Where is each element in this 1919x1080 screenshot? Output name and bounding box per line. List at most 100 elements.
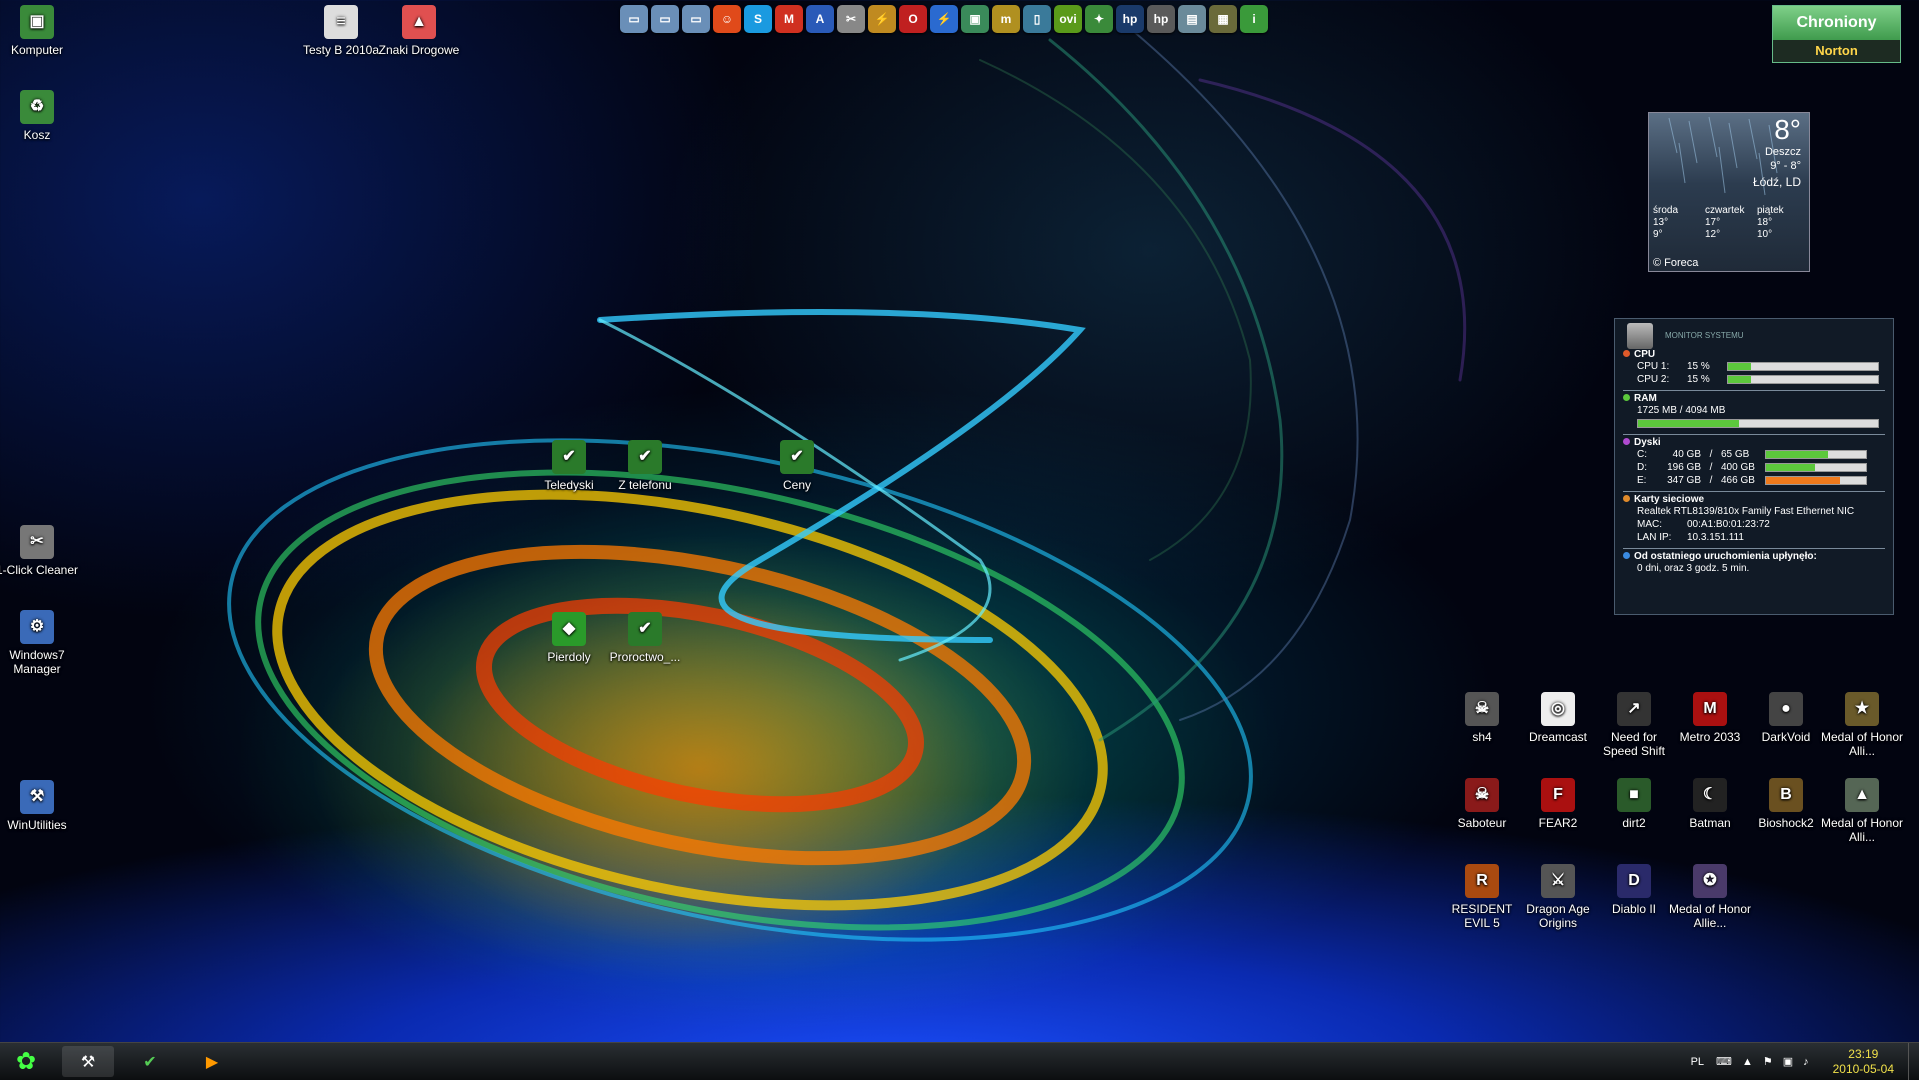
ram-label: RAM (1634, 393, 1657, 404)
desktop-icon[interactable]: M Metro 2033 (1668, 692, 1752, 744)
disk-sep: / (1709, 449, 1713, 460)
disk-bar (1765, 463, 1867, 472)
sysmon-ram: RAM 1725 MB / 4094 MB (1623, 391, 1885, 435)
desktop-icon-image: ♻ (20, 90, 54, 124)
desktop-icon-label: Medal of Honor Alli... (1820, 816, 1904, 844)
desktop-icon[interactable]: ★ Medal of Honor Alli... (1820, 692, 1904, 758)
forecast-high: 18° (1757, 217, 1773, 228)
desktop-icon[interactable]: ✔ Ceny (755, 440, 839, 492)
flash-icon[interactable]: ⚡ (930, 5, 958, 33)
desktop-icon[interactable]: ♻ Kosz (0, 90, 79, 142)
ram-row (1623, 417, 1885, 430)
desktop-icon[interactable]: ✂ 1-Click Cleaner (0, 525, 79, 577)
desktop-icon[interactable]: D Diablo II (1592, 864, 1676, 916)
taskbar-media-player[interactable]: ▶ (186, 1046, 238, 1077)
hp2-icon[interactable]: hp (1147, 5, 1175, 33)
action-center-flag-icon[interactable]: ⚑ (1763, 1055, 1773, 1068)
hp-icon[interactable]: hp (1116, 5, 1144, 33)
desktop-icon-label: Testy B 2010a (302, 43, 380, 57)
weather-gadget[interactable]: 8° Deszcz 9° - 8° Łódź, LD środa 13° 9° … (1648, 112, 1810, 272)
desktop-icon[interactable]: B Bioshock2 (1744, 778, 1828, 830)
desktop-icon[interactable]: ≡ Testy B 2010a (299, 5, 383, 57)
section-title: RAM (1623, 393, 1885, 404)
desktop-icon[interactable]: ☠ Saboteur (1440, 778, 1524, 830)
disk-row: C: 40 GB / 65 GB (1623, 448, 1885, 461)
desktop-icon[interactable]: ↗ Need for Speed Shift (1592, 692, 1676, 758)
desktop-icon-image: ■ (1617, 778, 1651, 812)
desktop-icon[interactable]: ▣ Komputer (0, 5, 79, 57)
desktop-icon[interactable]: ☠ sh4 (1440, 692, 1524, 744)
desktop-icon-label: Batman (1689, 816, 1731, 830)
opera-icon[interactable]: O (899, 5, 927, 33)
clock-time: 23:19 (1848, 1046, 1879, 1061)
taskbar-search-app[interactable]: ⚒ (62, 1046, 114, 1077)
desktop-icon[interactable]: ● DarkVoid (1744, 692, 1828, 744)
desktop-icon[interactable]: ■ dirt2 (1592, 778, 1676, 830)
desktop-icon[interactable]: ◆ Pierdoly (527, 612, 611, 664)
a-app-icon[interactable]: A (806, 5, 834, 33)
green-icon[interactable]: ✦ (1085, 5, 1113, 33)
show-hidden-icon[interactable]: ▲ (1742, 1056, 1753, 1068)
camera-icon[interactable]: ▤ (1178, 5, 1206, 33)
bolt-icon[interactable]: ⚡ (868, 5, 896, 33)
desktop-icon[interactable]: R RESIDENT EVIL 5 (1440, 864, 1524, 930)
network-icon[interactable]: ▣ (961, 5, 989, 33)
ovi-icon[interactable]: ovi (1054, 5, 1082, 33)
desktop-icon-image: ☠ (1465, 692, 1499, 726)
desktop-icon[interactable]: ⚙ Windows7 Manager (0, 610, 79, 676)
disk-used: 40 GB (1672, 449, 1701, 460)
desktop-icon[interactable]: ▲ Znaki Drogowe (377, 5, 461, 57)
cpu-bar-fill (1728, 376, 1751, 383)
desktop-icon[interactable]: ▲ Medal of Honor Alli... (1820, 778, 1904, 844)
volume-icon[interactable]: ♪ (1803, 1056, 1809, 1068)
desktop-icon[interactable]: ✪ Medal of Honor Allie... (1668, 864, 1752, 930)
gmail-icon[interactable]: M (775, 5, 803, 33)
disk-bar (1765, 476, 1867, 485)
mac-value: 00:A1:B0:01:23:72 (1687, 519, 1770, 530)
desktop-icon-image: ☾ (1693, 778, 1727, 812)
desktop-icon[interactable]: ⚒ WinUtilities (0, 780, 79, 832)
network-tray-icon[interactable]: ▣ (1783, 1055, 1793, 1068)
desktop-icon[interactable]: ⚔ Dragon Age Origins (1516, 864, 1600, 930)
desktop-icon-label: Teledyski (544, 478, 594, 492)
desktop-icon[interactable]: F FEAR2 (1516, 778, 1600, 830)
taskbar-checkmark-app[interactable]: ✔ (124, 1046, 176, 1077)
network-adapter: Realtek RTL8139/810x Family Fast Etherne… (1637, 506, 1855, 517)
system-monitor-gadget[interactable]: MONITOR SYSTEMU CPU CPU 1: 15 % CPU 2: 15 … (1614, 318, 1894, 615)
cpu-bar-fill (1728, 363, 1751, 370)
box-icon[interactable]: ▦ (1209, 5, 1237, 33)
norton-widget[interactable]: Chroniony Norton (1772, 5, 1901, 63)
language-indicator[interactable]: PL (1691, 1056, 1704, 1068)
tool-icon[interactable]: ✂ (837, 5, 865, 33)
folder-icon[interactable]: ▭ (682, 5, 710, 33)
forecast-day-name: czwartek (1705, 205, 1745, 216)
cpu-name: CPU 2: (1637, 374, 1670, 385)
desktop-icon-label: DarkVoid (1761, 730, 1811, 744)
forecast-day: piątek 18° 10° (1757, 205, 1805, 241)
show-desktop-button[interactable] (1908, 1043, 1919, 1080)
desktop-icon-image: M (1693, 692, 1727, 726)
desktop-icon[interactable]: ✔ Proroctwo_... (603, 612, 687, 664)
keyboard-icon[interactable]: ⌨ (1716, 1055, 1732, 1068)
desktop-icon[interactable]: ✔ Z telefonu (603, 440, 687, 492)
clock[interactable]: 23:19 2010-05-04 (1833, 1047, 1894, 1077)
disk-sep: / (1709, 475, 1713, 486)
desktop-icon-image: ▲ (1845, 778, 1879, 812)
sun-icon[interactable]: ☺ (713, 5, 741, 33)
skype-icon[interactable]: S (744, 5, 772, 33)
start-button[interactable]: ✿ (4, 1045, 48, 1078)
folder-icon[interactable]: ▭ (620, 5, 648, 33)
desktop-icon[interactable]: ✔ Teledyski (527, 440, 611, 492)
folder-icon[interactable]: ▭ (651, 5, 679, 33)
desktop-icon-image: ✔ (628, 440, 662, 474)
info-icon[interactable]: i (1240, 5, 1268, 33)
section-title: Od ostatniego uruchomienia upłynęło: (1623, 551, 1885, 562)
mobile-icon[interactable]: ▯ (1023, 5, 1051, 33)
desktop-icon-image: ✂ (20, 525, 54, 559)
desktop-icon[interactable]: ☾ Batman (1668, 778, 1752, 830)
weather-temp: 8° (1774, 114, 1801, 145)
forecast-day: czwartek 17° 12° (1705, 205, 1753, 241)
desktop-icon[interactable]: ◎ Dreamcast (1516, 692, 1600, 744)
forecast-day: środa 13° 9° (1653, 205, 1701, 241)
util-icon[interactable]: m (992, 5, 1020, 33)
